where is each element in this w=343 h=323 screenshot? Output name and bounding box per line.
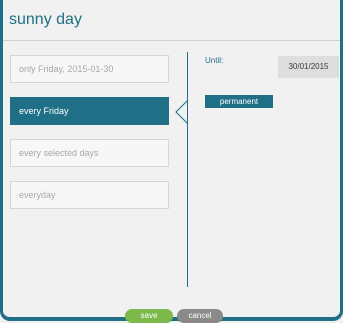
divider-line [187,52,188,287]
option-every-weekday[interactable]: every Friday [10,97,169,125]
until-label: Until: [205,56,224,65]
dialog-title: sunny day [9,11,82,28]
dialog-header: sunny day [3,0,340,41]
permanent-button[interactable]: permanent [205,95,273,108]
until-date-field[interactable]: 30/01/2015 [278,56,339,78]
option-only-once[interactable]: only Friday, 2015-01-30 [10,55,169,83]
recurrence-dialog: sunny day only Friday, 2015-01-30 every … [0,0,343,321]
option-everyday[interactable]: everyday [10,181,169,209]
option-selected-days[interactable]: every selected days [10,139,169,167]
